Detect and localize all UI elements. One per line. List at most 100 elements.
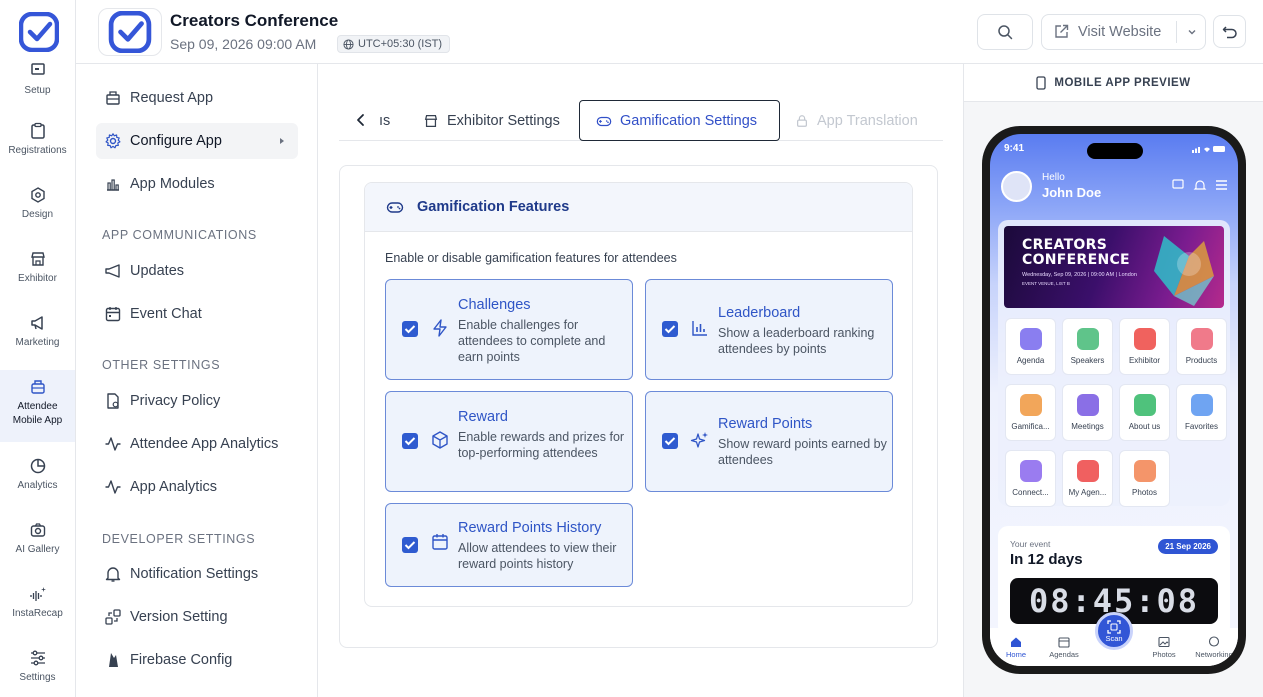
module-tile-connect[interactable]: Connect...: [1005, 450, 1056, 507]
event-banner[interactable]: CREATORS CONFERENCE Wednesday, Sep 09, 20…: [1004, 226, 1224, 308]
nav-item-notification-settings[interactable]: Notification Settings: [96, 556, 298, 592]
nav-item-app-modules[interactable]: App Modules: [96, 166, 298, 202]
phone-icon: [1036, 75, 1047, 90]
rail-item-label: AI Gallery: [15, 544, 60, 555]
scan-label: Scan: [1105, 634, 1123, 643]
nav-item-firebase-config[interactable]: Firebase Config: [96, 642, 298, 678]
nav-item-app-analytics[interactable]: App Analytics: [96, 469, 298, 505]
nav-item-updates[interactable]: Updates: [96, 253, 298, 289]
checkbox-leaderboard[interactable]: [662, 321, 678, 337]
phone-screen: 9:41 Hello John Doe CREATORS CONFERENCE …: [990, 134, 1238, 666]
feature-title: Leaderboard: [718, 305, 801, 321]
module-label: Products: [1185, 356, 1218, 365]
phone-tab-label: Networking: [1195, 650, 1233, 659]
clipboard-icon: [30, 122, 45, 139]
nav-item-configure-app[interactable]: Configure App: [96, 123, 298, 159]
divider: [1176, 21, 1177, 43]
banner-line-1: CREATORS: [1022, 237, 1108, 253]
module-tile-agenda[interactable]: Agenda: [1005, 318, 1056, 375]
checkbox-reward-points-history[interactable]: [402, 537, 418, 553]
nav-item-privacy-policy[interactable]: Privacy Policy: [96, 383, 298, 419]
tab-exhibitor-settings[interactable]: Exhibitor Settings: [423, 100, 560, 141]
module-tile-exhibitor[interactable]: Exhibitor: [1119, 318, 1170, 375]
phone-tab-networking[interactable]: Networking: [1190, 636, 1238, 659]
module-tile-gamification[interactable]: Gamifica...: [1005, 384, 1056, 441]
rail-item-design[interactable]: Design: [0, 186, 75, 222]
rail-item-analytics[interactable]: Analytics: [0, 457, 75, 493]
undo-button[interactable]: [1213, 15, 1246, 48]
module-label: Photos: [1132, 488, 1157, 497]
nav-item-attendee-app-analytics[interactable]: Attendee App Analytics: [96, 426, 298, 462]
checkbox-challenges[interactable]: [402, 321, 418, 337]
tab-gamification-settings[interactable]: Gamification Settings: [579, 100, 780, 141]
rail-item-label: Registrations: [8, 145, 67, 156]
rail-item-ai-gallery[interactable]: AI Gallery: [0, 521, 75, 557]
nav-item-request-app[interactable]: Request App: [96, 80, 298, 116]
feature-card-reward[interactable]: Reward Enable rewards and prizes for top…: [385, 391, 633, 492]
nav-item-label: Attendee App Analytics: [130, 436, 279, 452]
module-label: Speakers: [1070, 356, 1105, 365]
event-logo: [98, 8, 162, 56]
nav-item-label: Notification Settings: [130, 566, 259, 582]
phone-tab-photos[interactable]: Photos: [1140, 636, 1188, 659]
module-tile-photos[interactable]: Photos: [1119, 450, 1170, 507]
megaphone-icon: [105, 264, 120, 278]
document-icon: [107, 393, 119, 409]
nav-item-event-chat[interactable]: Event Chat: [96, 296, 298, 332]
banner-title: CREATORS CONFERENCE: [1022, 238, 1130, 268]
trophy-icon: [1019, 394, 1042, 416]
module-tile-meetings[interactable]: Meetings: [1062, 384, 1113, 441]
tab-partial[interactable]: ıs: [379, 100, 390, 141]
module-tile-favorites[interactable]: Favorites: [1176, 384, 1227, 441]
left-rail: Setup Registrations Design Exhibitor Mar…: [0, 0, 76, 697]
chevron-left-icon[interactable]: [353, 112, 369, 128]
visit-website-button[interactable]: Visit Website: [1041, 14, 1206, 50]
rail-item-settings[interactable]: Settings: [0, 649, 75, 685]
main-content: ıs Exhibitor Settings Gamification Setti…: [319, 64, 963, 697]
dynamic-island: [1087, 143, 1143, 159]
checkbox-reward-points[interactable]: [662, 433, 678, 449]
rail-item-registrations[interactable]: Registrations: [0, 122, 75, 158]
search-button[interactable]: [977, 14, 1033, 50]
gear-icon: [105, 133, 121, 149]
phone-frame: 9:41 Hello John Doe CREATORS CONFERENCE …: [982, 126, 1246, 674]
module-tile-products[interactable]: Products: [1176, 318, 1227, 375]
checkbox-reward[interactable]: [402, 433, 418, 449]
check-icon: [404, 325, 416, 334]
rail-item-setup[interactable]: Setup: [0, 62, 75, 98]
store-icon: [30, 252, 45, 266]
feature-card-reward-points[interactable]: Reward Points Show reward points earned …: [645, 391, 893, 492]
phone-tab-label: Agendas: [1049, 650, 1079, 659]
rail-item-instarecap[interactable]: InstaRecap: [0, 585, 75, 621]
bar-chart-icon: [692, 321, 707, 336]
visit-website-label: Visit Website: [1078, 24, 1162, 40]
rail-item-label: Mobile App: [12, 415, 63, 426]
rail-item-label: Design: [21, 209, 54, 220]
header-actions-icons[interactable]: [1172, 179, 1228, 191]
megaphone-icon: [30, 316, 43, 330]
scan-icon: [1107, 620, 1121, 634]
phone-tab-home[interactable]: Home: [992, 636, 1040, 659]
image-icon: [1158, 636, 1170, 648]
chevron-down-icon[interactable]: [1187, 27, 1197, 37]
settings-panel: Gamification Features Enable or disable …: [339, 165, 938, 648]
check-icon: [404, 437, 416, 446]
rail-item-marketing[interactable]: Marketing: [0, 314, 75, 350]
phone-tab-agendas[interactable]: Agendas: [1040, 636, 1088, 659]
scan-button[interactable]: Scan: [1095, 612, 1133, 650]
brand-logo-icon[interactable]: [19, 12, 59, 52]
module-tile-speakers[interactable]: Speakers: [1062, 318, 1113, 375]
bar-chart-icon: [107, 179, 119, 191]
feature-card-challenges[interactable]: Challenges Enable challenges for attende…: [385, 279, 633, 380]
feature-card-leaderboard[interactable]: Leaderboard Show a leaderboard ranking a…: [645, 279, 893, 380]
status-bar-time: 9:41: [1004, 143, 1025, 154]
avatar[interactable]: [1001, 171, 1032, 202]
check-icon: [664, 325, 676, 334]
gamepad-icon: [386, 202, 404, 213]
nav-item-version-setting[interactable]: Version Setting: [96, 599, 298, 635]
module-tile-my-agenda[interactable]: My Agen...: [1062, 450, 1113, 507]
rail-item-attendee-mobile-app[interactable]: Attendee Mobile App: [0, 370, 75, 442]
module-tile-about-us[interactable]: About us: [1119, 384, 1170, 441]
rail-item-exhibitor[interactable]: Exhibitor: [0, 250, 75, 286]
feature-card-reward-points-history[interactable]: Reward Points History Allow attendees to…: [385, 503, 633, 587]
